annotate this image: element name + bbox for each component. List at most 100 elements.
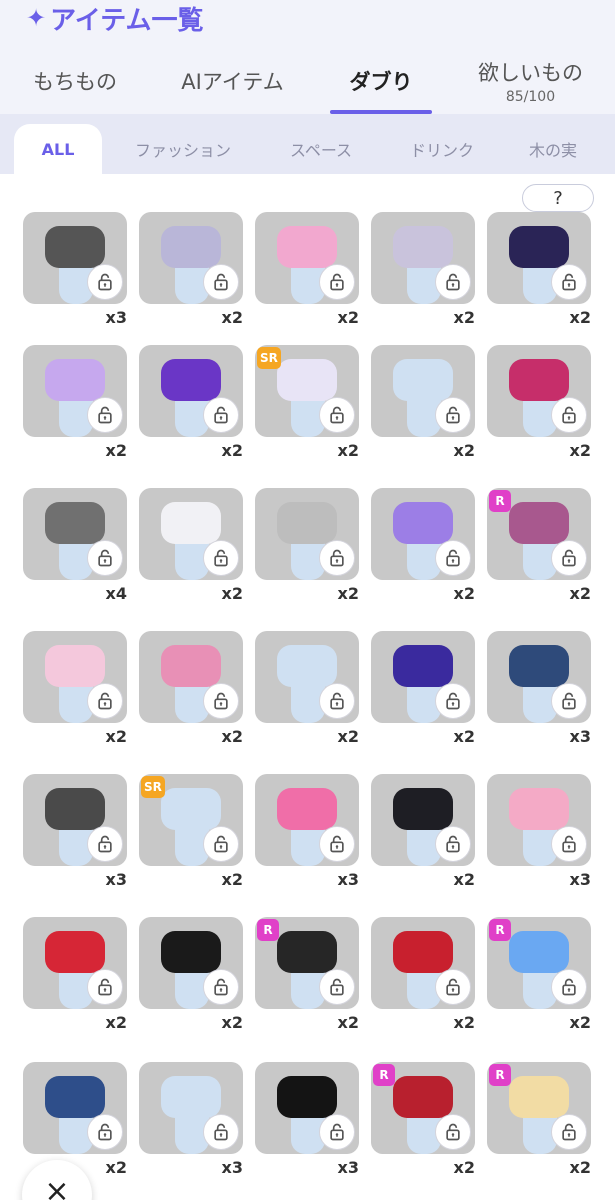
item-card[interactable]: x3 [23,774,127,894]
item-card[interactable]: Rx2 [487,917,591,1037]
lock-icon[interactable] [551,397,587,433]
lock-icon[interactable] [203,969,239,1005]
item-card[interactable]: Rx2 [371,1062,475,1182]
item-card[interactable]: x2 [139,917,243,1037]
lock-icon[interactable] [435,264,471,300]
item-card[interactable]: x4 [23,488,127,608]
lock-icon[interactable] [551,826,587,862]
item-count: x2 [105,1013,127,1032]
lock-icon[interactable] [203,397,239,433]
item-thumbnail [23,488,127,580]
item-card[interactable]: x3 [487,631,591,751]
item-card[interactable]: x2 [371,631,475,751]
lock-icon[interactable] [435,1114,471,1150]
lock-icon[interactable] [87,540,123,576]
item-card[interactable]: x2 [487,345,591,465]
item-card[interactable]: Rx2 [487,1062,591,1182]
lock-icon[interactable] [319,397,355,433]
filter-fashion[interactable]: ファッション [118,124,248,174]
item-figure [45,788,105,830]
item-card[interactable]: x2 [139,488,243,608]
tab-mochimono[interactable]: もちもの [10,48,140,114]
item-card[interactable]: x2 [23,917,127,1037]
item-card[interactable]: Rx2 [255,917,359,1037]
item-card[interactable]: x2 [255,212,359,332]
item-card[interactable]: x2 [371,917,475,1037]
tab-label: AIアイテム [181,70,284,94]
tab-duplicates[interactable]: ダブり [330,48,432,114]
help-button[interactable]: ? [522,184,594,212]
filter-all[interactable]: ALL [14,124,102,174]
item-card[interactable]: x2 [255,488,359,608]
item-figure [393,931,453,973]
lock-icon[interactable] [87,264,123,300]
lock-icon[interactable] [319,969,355,1005]
lock-icon[interactable] [203,540,239,576]
lock-icon[interactable] [319,683,355,719]
item-count: x2 [453,584,475,603]
lock-icon[interactable] [87,826,123,862]
lock-icon[interactable] [551,540,587,576]
item-thumbnail [23,631,127,723]
tab-wishlist[interactable]: 欲しいもの 85/100 [458,48,603,114]
item-card[interactable]: x2 [23,345,127,465]
lock-icon[interactable] [435,683,471,719]
lock-icon[interactable] [203,826,239,862]
lock-icon[interactable] [551,264,587,300]
lock-icon[interactable] [319,540,355,576]
lock-icon[interactable] [435,969,471,1005]
lock-icon[interactable] [87,1114,123,1150]
lock-icon[interactable] [87,397,123,433]
lock-icon[interactable] [435,397,471,433]
item-count: x2 [221,727,243,746]
filter-nuts[interactable]: 木の実 [508,124,598,174]
item-thumbnail [139,917,243,1009]
item-card[interactable]: x2 [139,631,243,751]
item-card[interactable]: x2 [139,345,243,465]
lock-icon[interactable] [203,1114,239,1150]
item-card[interactable]: x2 [139,212,243,332]
item-figure [277,931,337,973]
item-card[interactable]: SR x2 [255,345,359,465]
item-card[interactable]: x2 [371,212,475,332]
lock-icon[interactable] [87,969,123,1005]
item-thumbnail [23,345,127,437]
item-card[interactable]: SR x2 [139,774,243,894]
item-card[interactable]: x2 [23,631,127,751]
tab-ai-items[interactable]: AIアイテム [160,48,305,114]
item-card[interactable]: x2 [371,774,475,894]
lock-icon[interactable] [203,683,239,719]
lock-icon[interactable] [87,683,123,719]
item-count: x2 [221,308,243,327]
lock-icon[interactable] [435,540,471,576]
item-card[interactable]: x3 [139,1062,243,1182]
lock-icon[interactable] [551,683,587,719]
item-card[interactable]: x2 [255,631,359,751]
item-count: x2 [569,584,591,603]
item-figure [45,1076,105,1118]
lock-icon[interactable] [319,264,355,300]
item-card[interactable]: x2 [371,345,475,465]
lock-icon[interactable] [435,826,471,862]
item-card[interactable]: x3 [23,212,127,332]
item-card[interactable]: x2 [487,212,591,332]
item-card[interactable]: x3 [255,1062,359,1182]
close-icon: × [44,1174,70,1200]
item-thumbnail [487,212,591,304]
item-card[interactable]: x3 [255,774,359,894]
item-card[interactable]: x3 [487,774,591,894]
item-card[interactable]: x2 [371,488,475,608]
lock-icon[interactable] [203,264,239,300]
lock-icon[interactable] [551,1114,587,1150]
item-figure [509,931,569,973]
item-thumbnail [371,488,475,580]
lock-icon[interactable] [319,1114,355,1150]
item-count: x2 [569,1013,591,1032]
filter-drink[interactable]: ドリンク [390,124,494,174]
lock-icon[interactable] [551,969,587,1005]
lock-icon[interactable] [319,826,355,862]
filter-space[interactable]: スペース [268,124,374,174]
item-count: x2 [221,1013,243,1032]
item-count: x2 [105,441,127,460]
item-card[interactable]: Rx2 [487,488,591,608]
